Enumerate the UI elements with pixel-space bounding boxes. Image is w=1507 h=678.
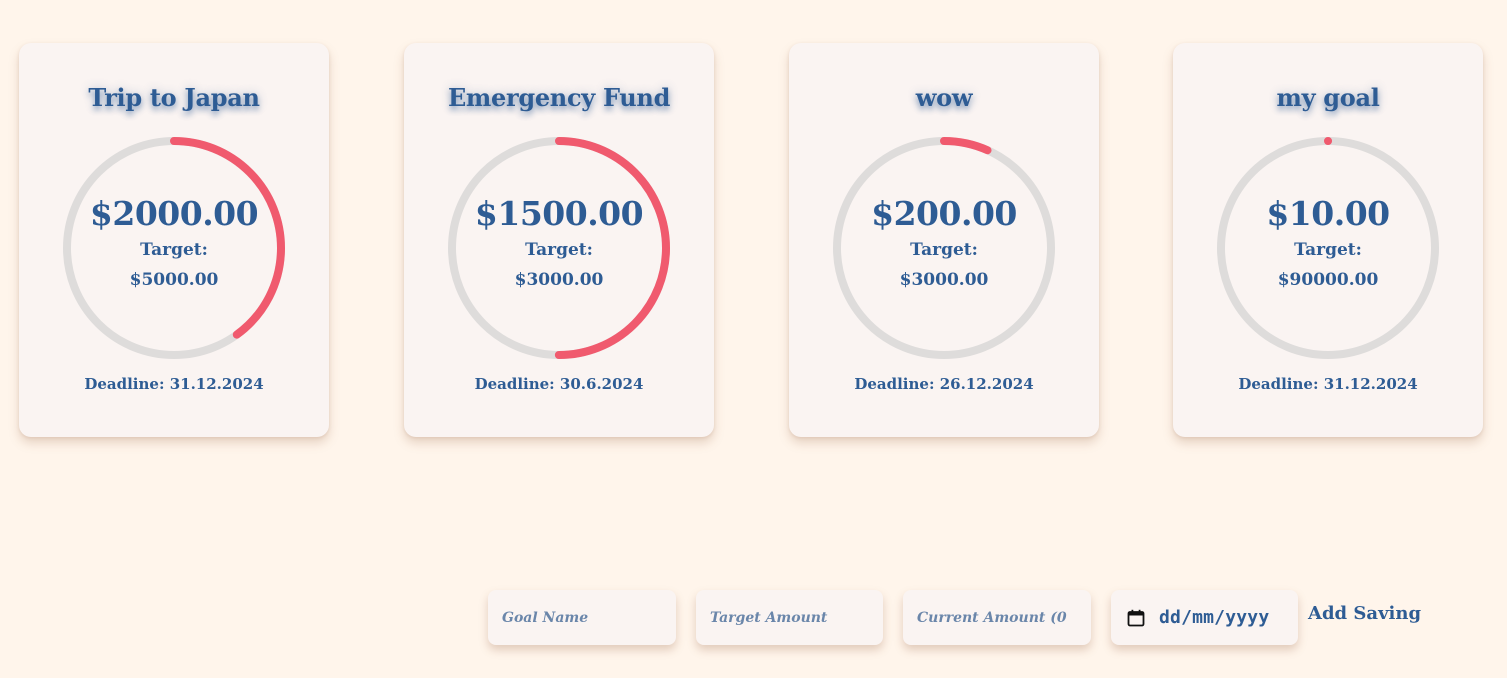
calendar-icon[interactable] (1127, 609, 1145, 627)
goal-name-input[interactable] (488, 590, 676, 645)
goal-card: Emergency Fund $1500.00 Target: $3000.00… (404, 43, 714, 437)
goal-deadline: Deadline: 31.12.2024 (1238, 375, 1418, 393)
progress-ring: $10.00 Target: $90000.00 (1215, 135, 1441, 361)
goal-title: wow (915, 83, 973, 112)
current-amount: $2000.00 (89, 194, 259, 233)
current-amount: $200.00 (871, 194, 1017, 233)
goal-card: my goal $10.00 Target: $90000.00 Deadlin… (1173, 43, 1483, 437)
target-amount-input[interactable] (696, 590, 883, 645)
progress-ring: $2000.00 Target: $5000.00 (61, 135, 287, 361)
target-amount: $5000.00 (129, 270, 219, 290)
current-amount-input[interactable] (903, 590, 1091, 645)
goal-deadline: Deadline: 26.12.2024 (854, 375, 1034, 393)
current-amount-field (903, 590, 1091, 645)
target-amount: $3000.00 (514, 270, 604, 290)
date-placeholder: dd/mm/yyyy (1159, 607, 1270, 628)
goal-title: my goal (1276, 83, 1380, 112)
target-label: Target: (140, 240, 208, 260)
goal-name-field (488, 590, 676, 645)
goal-card: wow $200.00 Target: $3000.00 Deadline: 2… (789, 43, 1099, 437)
goal-title: Emergency Fund (447, 83, 671, 112)
target-label: Target: (910, 240, 978, 260)
goal-deadline: Deadline: 31.12.2024 (84, 375, 264, 393)
progress-ring: $1500.00 Target: $3000.00 (446, 135, 672, 361)
target-label: Target: (1294, 240, 1362, 260)
deadline-date-input[interactable]: dd/mm/yyyy (1111, 590, 1298, 645)
add-saving-button[interactable]: Add Saving (1308, 603, 1421, 624)
current-amount: $1500.00 (474, 194, 644, 233)
target-amount-field (696, 590, 883, 645)
progress-ring: $200.00 Target: $3000.00 (831, 135, 1057, 361)
savings-page: Trip to Japan $2000.00 Target: $5000.00 … (0, 0, 1507, 678)
target-amount: $90000.00 (1277, 270, 1379, 290)
goal-title: Trip to Japan (88, 83, 260, 112)
target-amount: $3000.00 (899, 270, 989, 290)
current-amount: $10.00 (1266, 194, 1390, 233)
goal-card: Trip to Japan $2000.00 Target: $5000.00 … (19, 43, 329, 437)
goal-deadline: Deadline: 30.6.2024 (474, 375, 644, 393)
target-label: Target: (525, 240, 593, 260)
